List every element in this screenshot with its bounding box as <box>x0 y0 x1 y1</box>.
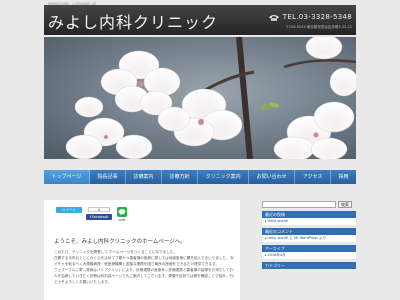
hero-image-cherry-blossoms <box>44 37 356 159</box>
share-buttons: ツイート 0 f Facebook LINE <box>56 207 127 222</box>
archive-link[interactable]: ▸ 2016年4月 <box>265 253 353 258</box>
search-button[interactable]: 検索 <box>338 200 352 208</box>
widget-recent-posts: ▸ Hello world! <box>262 218 356 225</box>
widget-title-recent-posts: 最近の投稿 <box>262 211 356 218</box>
nav-item-clinic-info[interactable]: クリニック案内 <box>198 170 250 184</box>
tel-block: TEL.03-3328-5348 <box>268 13 352 21</box>
welcome-heading: ようこそ、みよし内科クリニックのホームページへ。 <box>54 239 186 245</box>
recent-post-link[interactable]: ▸ Hello world! <box>265 219 353 224</box>
site-title[interactable]: みよし内科クリニック <box>48 9 218 33</box>
recent-post-link-text[interactable]: Hello world! <box>267 219 288 223</box>
archive-link-text[interactable]: 2016年4月 <box>267 253 285 257</box>
widget-recent-comments: ▸ Hello world! に Mr WordPress より <box>262 235 356 242</box>
clinic-address: 〒156-0044 東京都世田谷区赤堤3-33-22 <box>285 25 352 29</box>
line-label: LINE <box>118 218 126 222</box>
widget-title-archives: アーカイブ <box>262 245 356 252</box>
widget-title-categories: カテゴリー <box>262 262 356 269</box>
phone-icon <box>268 14 279 21</box>
nav-item-treatment-policy[interactable]: 診療方針 <box>162 170 199 184</box>
site-header: みよし内科クリニック TEL.03-3328-5348 〒156-0044 東京… <box>44 5 356 35</box>
phone-number[interactable]: TEL.03-3328-5348 <box>283 13 352 21</box>
facebook-share: 0 f Facebook <box>86 207 112 220</box>
facebook-button[interactable]: f Facebook <box>86 214 112 220</box>
nav-item-access[interactable]: アクセス <box>295 170 331 184</box>
intro-text: このたび、クリニックを開業して ホームページをつくることになりました。 在籍する… <box>54 249 234 285</box>
line-share[interactable]: LINE <box>117 207 127 222</box>
search-form: 検索 <box>262 200 356 208</box>
recent-comment-link[interactable]: ▸ Hello world! に Mr WordPress より <box>265 236 353 241</box>
line-icon[interactable] <box>117 207 127 217</box>
cherry-blossom-photo <box>44 37 356 159</box>
nav-item-recruit[interactable]: 採用 <box>331 170 356 184</box>
facebook-share-count: 0 <box>88 207 110 212</box>
sidebar: 検索 最近の投稿 ▸ Hello world! 最近のコメント ▸ Hello … <box>262 200 356 300</box>
widget-title-recent-comments: 最近のコメント <box>262 228 356 235</box>
widget-archives: ▸ 2016年4月 <box>262 252 356 259</box>
tweet-button[interactable]: ツイート <box>56 207 82 213</box>
recent-comment-link-text[interactable]: Hello world! に Mr WordPress より <box>267 236 326 240</box>
nav-item-contact[interactable]: お問い合わせ <box>249 170 296 184</box>
nav-item-top[interactable]: トップページ <box>44 170 90 184</box>
main-content: ツイート 0 f Facebook LINE ようこそ、みよし内科クリニックのホ… <box>44 200 240 300</box>
nav-item-treatment-info[interactable]: 診療案内 <box>126 170 163 184</box>
nav-item-director-articles[interactable]: 院長記事 <box>90 170 126 184</box>
main-navigation: トップページ 院長記事 診療案内 診療方針 クリニック案内 お問い合わせ アクセ… <box>44 170 356 184</box>
search-input[interactable] <box>262 200 336 208</box>
intro-line: どうぞよろしくお願いいたします。 <box>54 280 112 284</box>
